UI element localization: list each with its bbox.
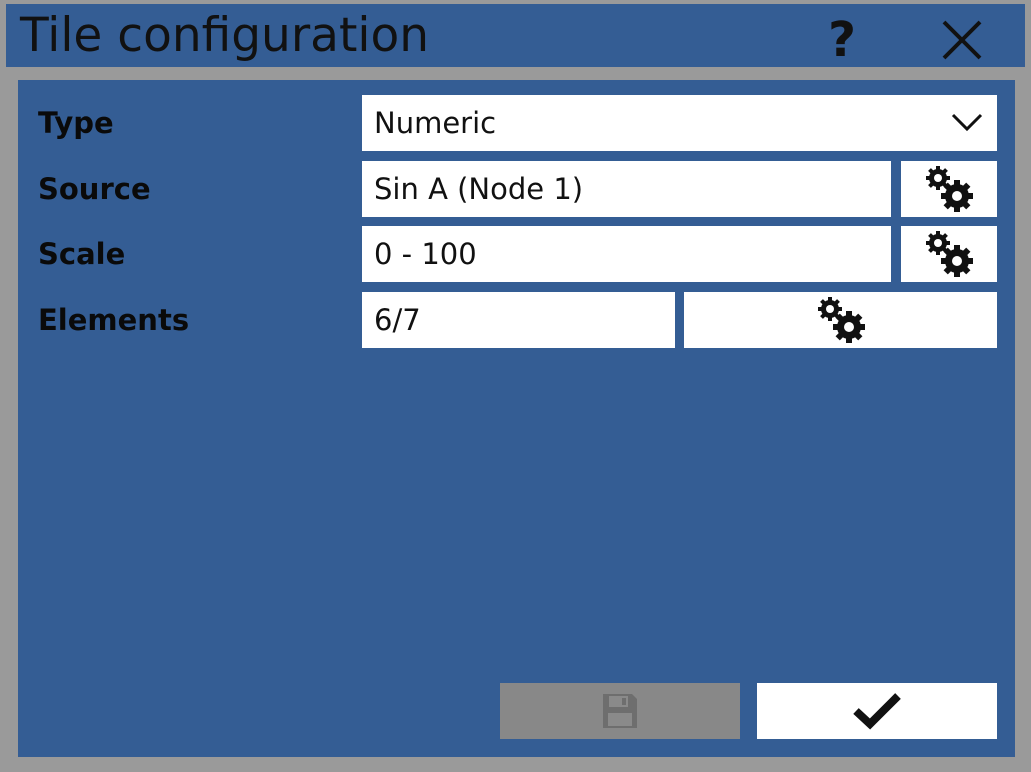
confirm-button[interactable]	[757, 683, 997, 739]
close-icon	[942, 20, 982, 60]
elements-settings-button[interactable]	[684, 292, 997, 348]
scale-settings-button[interactable]	[901, 226, 997, 282]
save-button[interactable]	[500, 683, 740, 739]
source-field[interactable]: Sin A (Node 1)	[362, 161, 891, 217]
chevron-down-icon	[951, 113, 983, 132]
gears-icon	[926, 166, 973, 212]
scale-label: Scale	[38, 237, 126, 271]
type-value: Numeric	[374, 106, 497, 140]
close-button[interactable]	[940, 18, 984, 62]
title-bar: Tile configuration ?	[6, 4, 1025, 68]
elements-label: Elements	[38, 303, 190, 337]
type-label: Type	[38, 106, 114, 140]
help-button[interactable]: ?	[818, 10, 866, 68]
source-settings-button[interactable]	[901, 161, 997, 217]
window-title: Tile configuration	[20, 8, 430, 63]
gears-icon	[926, 231, 973, 277]
type-dropdown[interactable]: Numeric	[362, 95, 997, 151]
checkmark-icon	[853, 693, 901, 730]
scale-field[interactable]: 0 - 100	[362, 226, 891, 282]
elements-field[interactable]: 6/7	[362, 292, 675, 348]
gears-icon	[817, 297, 865, 343]
save-icon	[603, 694, 637, 728]
config-panel: Type Numeric Source Sin A (Node 1) Scale…	[18, 80, 1015, 757]
source-label: Source	[38, 172, 151, 206]
